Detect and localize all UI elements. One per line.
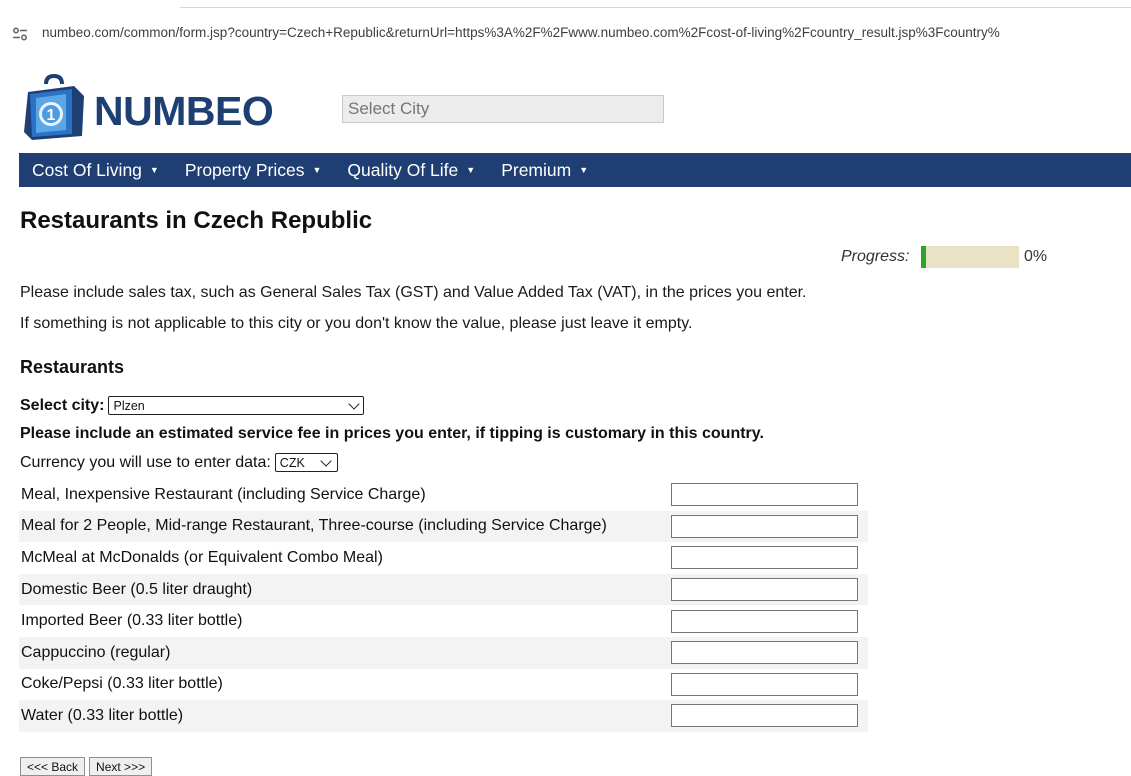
price-item-label: Meal, Inexpensive Restaurant (including … [21,485,426,503]
nav-premium-label: Premium [501,159,572,180]
chevron-down-icon [348,397,361,410]
price-item-input[interactable] [671,704,858,728]
price-items-table: Meal, Inexpensive Restaurant (including … [19,479,868,732]
price-item-input[interactable] [671,578,858,602]
price-item-label: Cappuccino (regular) [21,643,171,661]
empty-instruction: If something is not applicable to this c… [20,315,693,332]
price-item-input[interactable] [671,672,858,696]
numbeo-suitcase-icon: 1 [24,74,84,140]
form-navigation: <<< Back Next >>> [20,757,153,776]
logo-wordmark: NUMBEO [94,88,274,134]
browser-address-bar: numbeo.com/common/form.jsp?country=Czech… [0,0,1131,62]
currency-select[interactable]: CZK [274,453,338,472]
price-item-row: Water (0.33 liter bottle) [19,700,868,732]
caret-down-icon: ▼ [466,165,476,175]
tipping-note: Please include an estimated service fee … [20,425,764,442]
city-select-value: Plzen [113,398,145,413]
url-text[interactable]: numbeo.com/common/form.jsp?country=Czech… [42,25,1127,40]
progress-label: Progress: [841,248,910,265]
nav-cost-of-living-label: Cost Of Living [32,159,142,180]
chevron-down-icon [320,454,332,467]
currency-label: Currency you will use to enter data: [20,453,271,471]
page-title: Restaurants in Czech Republic [20,207,373,234]
main-nav: Cost Of Living ▼ Property Prices ▼ Quali… [19,153,1131,187]
price-item-row: Domestic Beer (0.5 liter draught) [19,573,868,606]
caret-down-icon: ▼ [149,165,159,175]
nav-premium[interactable]: Premium ▼ [488,160,601,181]
select-city-label: Select city: [20,396,105,414]
nav-quality-of-life-label: Quality Of Life [347,159,459,180]
progress-bar-fill [921,246,926,268]
section-title: Restaurants [20,357,125,377]
progress-value: 0% [1024,248,1048,265]
tax-instruction: Please include sales tax, such as Genera… [20,284,807,301]
select-city-row: Select city: Plzen [20,396,365,415]
price-item-row: Coke/Pepsi (0.33 liter bottle) [19,669,868,701]
next-button[interactable]: Next >>> [89,757,153,776]
caret-down-icon: ▼ [312,165,322,175]
price-item-label: Meal for 2 People, Mid-range Restaurant,… [21,517,607,535]
back-button[interactable]: <<< Back [20,757,86,776]
city-select[interactable]: Plzen [108,396,365,415]
tab-strip-divider [180,7,1131,8]
progress-bar [921,246,1019,268]
nav-cost-of-living[interactable]: Cost Of Living ▼ [19,160,172,181]
price-item-input[interactable] [671,546,858,570]
price-item-input[interactable] [671,609,858,633]
nav-property-prices[interactable]: Property Prices ▼ [172,160,335,181]
currency-row: Currency you will use to enter data: CZK [20,453,338,472]
price-item-row: Imported Beer (0.33 liter bottle) [19,605,868,637]
numbeo-logo[interactable]: 1 NUMBEO [22,74,292,142]
price-item-input[interactable] [671,483,858,507]
price-item-label: Domestic Beer (0.5 liter draught) [21,580,253,598]
price-item-label: Imported Beer (0.33 liter bottle) [21,612,243,630]
price-item-row: McMeal at McDonalds (or Equivalent Combo… [19,542,868,574]
currency-select-value: CZK [279,455,305,470]
city-search-input[interactable] [342,95,664,123]
price-item-label: McMeal at McDonalds (or Equivalent Combo… [21,548,383,566]
price-item-input[interactable] [671,641,858,665]
nav-quality-of-life[interactable]: Quality Of Life ▼ [334,160,488,181]
price-item-label: Coke/Pepsi (0.33 liter bottle) [21,675,223,693]
price-item-row: Cappuccino (regular) [19,636,868,669]
svg-text:1: 1 [47,107,56,124]
site-settings-icon[interactable] [12,26,28,42]
nav-property-prices-label: Property Prices [184,159,305,180]
price-item-label: Water (0.33 liter bottle) [21,706,184,724]
price-item-row: Meal, Inexpensive Restaurant (including … [19,479,868,511]
caret-down-icon: ▼ [579,165,589,175]
price-item-input[interactable] [671,514,858,538]
price-item-row: Meal for 2 People, Mid-range Restaurant,… [19,510,868,543]
